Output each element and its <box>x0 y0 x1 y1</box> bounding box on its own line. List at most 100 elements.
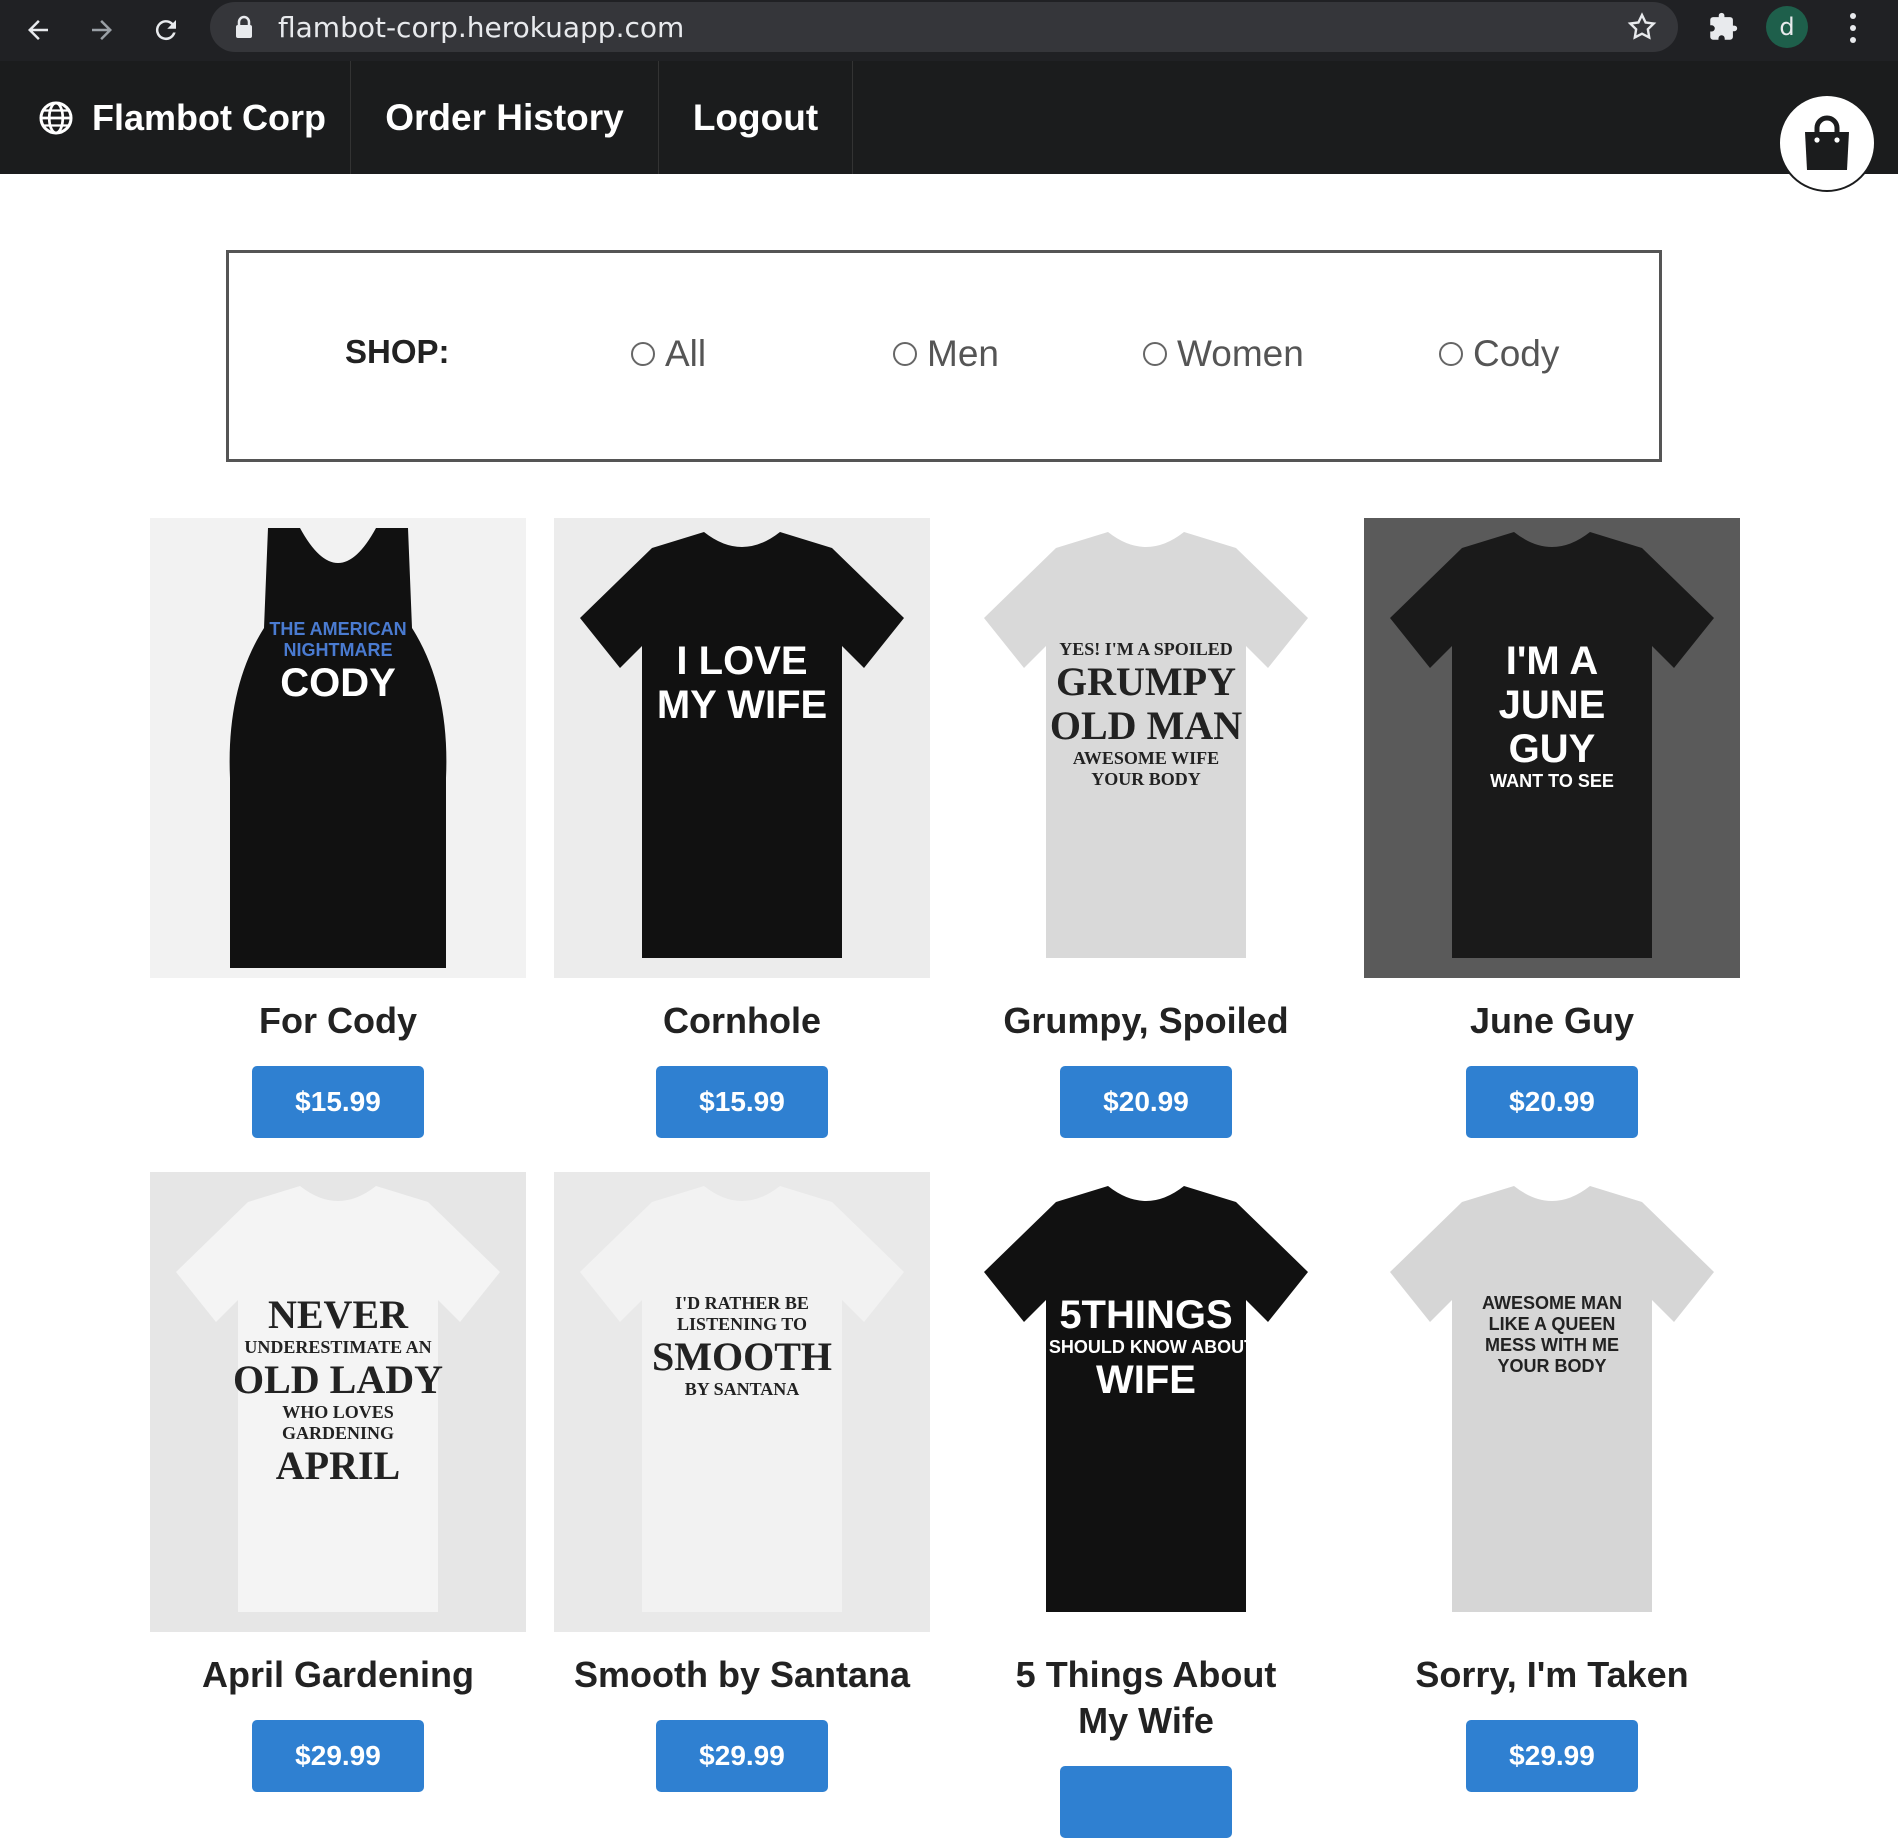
product-image[interactable]: YES! I'M A SPOILED GRUMPY OLD MAN AWESOME W… <box>958 518 1334 978</box>
reload-button[interactable] <box>142 6 190 54</box>
shirt-print: AWESOME MAN LIKE A QUEEN MESS WITH ME YOUR … <box>1364 1292 1740 1378</box>
product-image[interactable]: THE AMERICAN NIGHTMARE CODY <box>150 518 526 978</box>
product-title: Cornhole <box>663 1000 821 1041</box>
shirt-print-line: LIKE A QUEEN <box>1488 1313 1616 1334</box>
product-card[interactable]: I'D RATHER BE LISTENING TO SMOOTH BY SANTAN… <box>554 1172 930 1792</box>
add-to-cart-price-button[interactable]: $29.99 <box>656 1720 828 1792</box>
shirt-print: I'M A JUNE GUY WANT TO SEE <box>1364 638 1740 793</box>
radio-circle-icon <box>1439 342 1463 366</box>
filter-all-radio[interactable]: All <box>631 333 706 375</box>
more-menu-icon[interactable] <box>1838 8 1868 48</box>
cart-button[interactable] <box>1778 94 1876 192</box>
lock-icon <box>236 15 252 38</box>
shirt-print-line: AWESOME WIFE <box>1072 747 1220 768</box>
product-card[interactable]: AWESOME MAN LIKE A QUEEN MESS WITH ME YOUR … <box>1364 1172 1740 1792</box>
product-title: 5 Things About My Wife <box>1015 1654 1277 1741</box>
bookmark-star-icon[interactable] <box>1626 11 1658 43</box>
add-to-cart-price-button[interactable]: $15.99 <box>252 1066 424 1138</box>
shirt-print-line: WHO LOVES <box>282 1401 394 1422</box>
shirt-print: 5THINGS YOU SHOULD KNOW ABOUT MY WIFE <box>958 1292 1334 1403</box>
back-button[interactable] <box>14 6 62 54</box>
shirt-print-line: APRIL <box>275 1442 401 1488</box>
shirt-print-line: MESS WITH ME <box>1485 1334 1619 1355</box>
shirt-print-line: WIFE <box>1096 1357 1196 1402</box>
filter-men-label: Men <box>927 333 999 374</box>
shirt-print-line: SMOOTH <box>651 1333 833 1379</box>
globe-icon <box>39 101 73 134</box>
shirt-print-line: OLD LADY <box>232 1356 444 1402</box>
shirt-graphic <box>580 1186 904 1612</box>
filter-men-radio[interactable]: Men <box>893 333 999 375</box>
forward-button[interactable] <box>78 6 126 54</box>
shirt-graphic <box>229 528 447 968</box>
radio-circle-icon <box>893 342 917 366</box>
arrow-right-icon <box>92 20 112 40</box>
url-text: flambot-corp.herokuapp.com <box>278 11 685 44</box>
shirt-print-line: GRUMPY <box>1056 658 1236 704</box>
add-to-cart-price-button[interactable]: $15.99 <box>656 1066 828 1138</box>
product-card[interactable]: YES! I'M A SPOILED GRUMPY OLD MAN AWESOME W… <box>958 518 1334 1138</box>
product-title: April Gardening <box>201 1654 475 1695</box>
product-card[interactable]: THE AMERICAN NIGHTMARE CODY For Cody $15.99 <box>150 518 526 1138</box>
shirt-print: I'D RATHER BE LISTENING TO SMOOTH BY SANTAN… <box>554 1292 930 1401</box>
brand-name: Flambot Corp <box>92 96 326 138</box>
shirt-print: YES! I'M A SPOILED GRUMPY OLD MAN AWESOME W… <box>958 638 1334 791</box>
order-history-link[interactable]: Order History <box>351 61 659 174</box>
filter-women-radio[interactable]: Women <box>1143 333 1304 375</box>
shop-label: SHOP: <box>345 333 450 370</box>
shirt-print-line: YES! I'M A SPOILED <box>1059 639 1233 659</box>
product-card[interactable]: NEVER UNDERESTIMATE AN OLD LADY WHO LOVES GA… <box>150 1172 526 1792</box>
shirt-print-line: 5THINGS <box>1059 1293 1233 1337</box>
shirt-print-line: GUY <box>1508 727 1596 771</box>
filter-cody-radio[interactable]: Cody <box>1439 333 1559 375</box>
site-header: Flambot Corp Order History Logout <box>0 61 1898 174</box>
filter-women-label: Women <box>1177 333 1304 374</box>
shirt-print-line: I'D RATHER BE <box>675 1293 809 1313</box>
reload-icon <box>155 20 176 41</box>
shirt-graphic <box>580 532 904 958</box>
product-image[interactable]: NEVER UNDERESTIMATE AN OLD LADY WHO LOVES GA… <box>150 1172 526 1632</box>
arrow-left-icon <box>28 20 48 40</box>
shirt-print-line: NEVER <box>267 1292 409 1337</box>
product-card[interactable]: I'M A JUNE GUY WANT TO SEE June Guy $20.99 <box>1364 518 1740 1138</box>
radio-circle-icon <box>1143 342 1167 366</box>
shopping-bag-icon <box>1805 115 1849 170</box>
shirt-print-line: THE AMERICAN <box>269 619 407 639</box>
radio-circle-icon <box>631 342 655 366</box>
extensions-puzzle-icon[interactable] <box>1706 10 1740 44</box>
shirt-graphic <box>1390 1186 1714 1612</box>
product-card[interactable]: 5THINGS YOU SHOULD KNOW ABOUT MY WIFE 5 Thi… <box>958 1172 1334 1843</box>
product-title: Grumpy, Spoiled <box>1003 1000 1289 1041</box>
product-title: For Cody <box>259 1000 417 1041</box>
address-bar[interactable]: flambot-corp.herokuapp.com <box>210 2 1678 52</box>
product-image[interactable]: I'D RATHER BE LISTENING TO SMOOTH BY SANTAN… <box>554 1172 930 1632</box>
shirt-print-line: BY SANTANA <box>684 1378 800 1399</box>
shirt-print-line: YOU SHOULD KNOW ABOUT MY <box>1004 1337 1288 1357</box>
shirt-print-line: NIGHTMARE <box>283 639 393 660</box>
add-to-cart-price-button[interactable]: $29.99 <box>252 1720 424 1792</box>
logout-link[interactable]: Logout <box>659 61 853 174</box>
shirt-print-line: UNDERESTIMATE AN <box>244 1337 432 1357</box>
add-to-cart-price-button[interactable]: $20.99 <box>1466 1066 1638 1138</box>
shirt-print-line: LISTENING TO <box>677 1313 807 1334</box>
profile-avatar[interactable]: d <box>1766 6 1808 48</box>
product-image[interactable]: 5THINGS YOU SHOULD KNOW ABOUT MY WIFE <box>958 1172 1334 1632</box>
add-to-cart-price-button[interactable]: $20.99 <box>1060 1066 1232 1138</box>
filter-cody-label: Cody <box>1473 333 1560 374</box>
product-image[interactable]: AWESOME MAN LIKE A QUEEN MESS WITH ME YOUR … <box>1364 1172 1740 1632</box>
shirt-print-line: JUNE <box>1498 683 1606 727</box>
browser-toolbar: flambot-corp.herokuapp.com d <box>0 0 1898 61</box>
product-card[interactable]: I LOVE MY WIFE Cornhole $15.99 <box>554 518 930 1138</box>
product-image[interactable]: I'M A JUNE GUY WANT TO SEE <box>1364 518 1740 978</box>
shirt-print-line: YOUR BODY <box>1497 1355 1607 1376</box>
add-to-cart-price-button[interactable]: $29.99 <box>1466 1720 1638 1792</box>
brand-link[interactable]: Flambot Corp <box>0 61 351 174</box>
add-to-cart-price-button[interactable] <box>1060 1766 1232 1838</box>
product-image[interactable]: I LOVE MY WIFE <box>554 518 930 978</box>
shirt-print-line: YOUR BODY <box>1091 768 1201 789</box>
shirt-print: THE AMERICAN NIGHTMARE CODY <box>150 618 526 706</box>
shirt-print-line: OLD MAN <box>1049 702 1243 748</box>
shirt-print-line: MY WIFE <box>656 683 828 727</box>
filter-all-label: All <box>665 333 707 374</box>
shirt-print-line: CODY <box>280 660 396 705</box>
